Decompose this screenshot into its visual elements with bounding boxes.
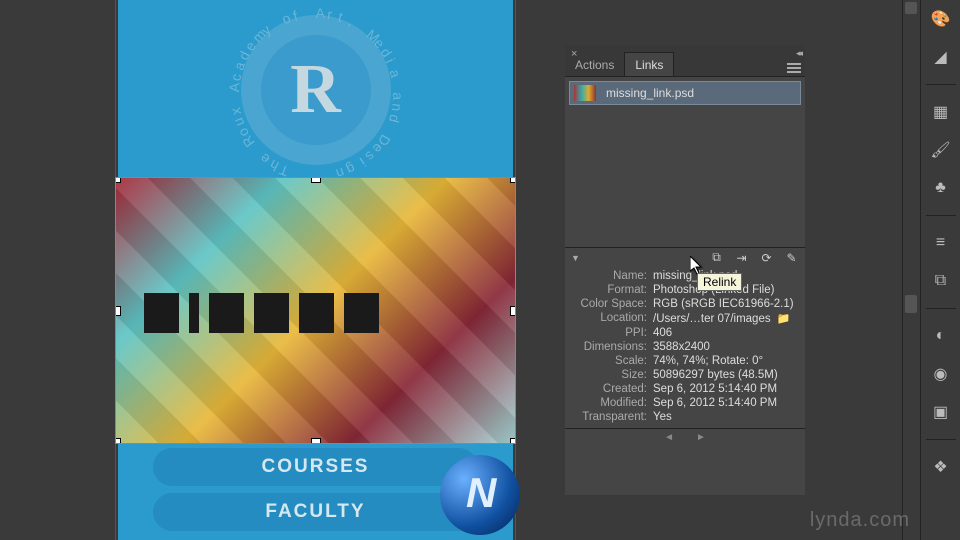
placed-image[interactable] (116, 178, 515, 443)
faculty-button[interactable]: FACULTY (153, 493, 478, 531)
watermark-logo (440, 455, 520, 535)
handle-mid-right[interactable] (511, 307, 515, 315)
stroke-icon[interactable]: ≡ (930, 232, 952, 254)
links-list: missing_link.psd (565, 77, 805, 247)
relink-icon[interactable]: ⧉ (709, 250, 724, 265)
value-location: /Users/…ter 07/images📁 (653, 312, 797, 325)
value-modified: Sep 6, 2012 5:14:40 PM (653, 397, 797, 409)
value-dimensions: 3588x2400 (653, 341, 797, 353)
right-icon-rail: 🎨 ◢ ▦ 🖌 ♣ ≡ ⧉ ◐ ◉ ▣ ❖ (920, 0, 960, 540)
label-created: Created: (573, 383, 653, 395)
vertical-scrollbar[interactable] (902, 0, 918, 540)
symbols-icon[interactable]: ♣ (930, 177, 952, 199)
panel-header: × ◂◂ Actions Links (565, 45, 805, 77)
label-location: Location: (573, 312, 653, 325)
value-scale: 74%, 74%; Rotate: 0° (653, 355, 797, 367)
label-size: Size: (573, 369, 653, 381)
link-row[interactable]: missing_link.psd (569, 81, 801, 105)
handle-top-right[interactable] (511, 178, 515, 182)
appearance-icon[interactable]: ◉ (930, 363, 952, 385)
label-transparent: Transparent: (573, 411, 653, 423)
handle-top-mid[interactable] (312, 178, 320, 182)
value-ppi: 406 (653, 327, 797, 339)
value-size: 50896297 bytes (48.5M) (653, 369, 797, 381)
swatches-icon[interactable]: ▦ (930, 101, 952, 123)
transparency-icon[interactable]: ◐ (930, 325, 952, 347)
logo-area: R The Roux Academy of Art, Media and Des… (118, 0, 513, 180)
panel-menu-icon[interactable] (787, 63, 801, 73)
handle-mid-left[interactable] (116, 307, 120, 315)
label-dimensions: Dimensions: (573, 341, 653, 353)
prev-link-icon[interactable]: ◄ (664, 432, 674, 443)
color-icon[interactable]: 🎨 (930, 8, 952, 30)
selection-handles (116, 178, 515, 443)
watermark-text: lynda.com (810, 509, 910, 532)
label-name: Name: (573, 270, 653, 282)
handle-bot-right[interactable] (511, 439, 515, 443)
handle-bot-left[interactable] (116, 439, 120, 443)
label-scale: Scale: (573, 355, 653, 367)
link-info-header: ▼ ⧉ ⇥ ⟳ ✎ (565, 247, 805, 267)
align-icon[interactable]: ⧉ (930, 270, 952, 292)
handle-top-left[interactable] (116, 178, 120, 182)
label-ppi: PPI: (573, 327, 653, 339)
graphic-styles-icon[interactable]: ▣ (930, 401, 952, 423)
handle-bot-mid[interactable] (312, 439, 320, 443)
link-info-body: Name:missing_link.psd Format:Photoshop (… (565, 267, 805, 428)
edit-original-icon[interactable]: ✎ (784, 250, 799, 265)
workspace: R The Roux Academy of Art, Media and Des… (0, 0, 900, 540)
goto-link-icon[interactable]: ⇥ (734, 250, 749, 265)
next-link-icon[interactable]: ► (696, 432, 706, 443)
update-link-icon[interactable]: ⟳ (759, 250, 774, 265)
label-format: Format: (573, 284, 653, 296)
layers-icon[interactable]: ❖ (930, 456, 952, 478)
panel-collapse-icon[interactable]: ◂◂ (796, 48, 801, 59)
link-nav-footer: ◄ ► (565, 428, 805, 446)
logo-ring-text: The Roux Academy of Art, Media and Desig… (118, 0, 513, 180)
tab-links[interactable]: Links (624, 52, 674, 76)
artboard: R The Roux Academy of Art, Media and Des… (118, 0, 513, 540)
courses-button[interactable]: COURSES (153, 448, 478, 486)
label-colorspace: Color Space: (573, 298, 653, 310)
label-modified: Modified: (573, 397, 653, 409)
link-thumbnail (574, 85, 596, 101)
link-filename: missing_link.psd (606, 86, 694, 100)
reveal-folder-icon[interactable]: 📁 (777, 313, 791, 325)
value-colorspace: RGB (sRGB IEC61966-2.1) (653, 298, 797, 310)
value-transparent: Yes (653, 411, 797, 423)
links-panel: × ◂◂ Actions Links missing_link.psd ▼ ⧉ … (565, 45, 805, 495)
gradient-icon[interactable]: ◢ (930, 46, 952, 68)
brushes-icon[interactable]: 🖌 (930, 139, 952, 161)
panel-close-icon[interactable]: × (571, 48, 577, 60)
info-disclosure-icon[interactable]: ▼ (571, 253, 580, 263)
relink-tooltip: Relink (697, 273, 742, 291)
value-created: Sep 6, 2012 5:14:40 PM (653, 383, 797, 395)
scroll-up-icon[interactable] (905, 2, 917, 14)
scroll-thumb[interactable] (905, 295, 917, 313)
